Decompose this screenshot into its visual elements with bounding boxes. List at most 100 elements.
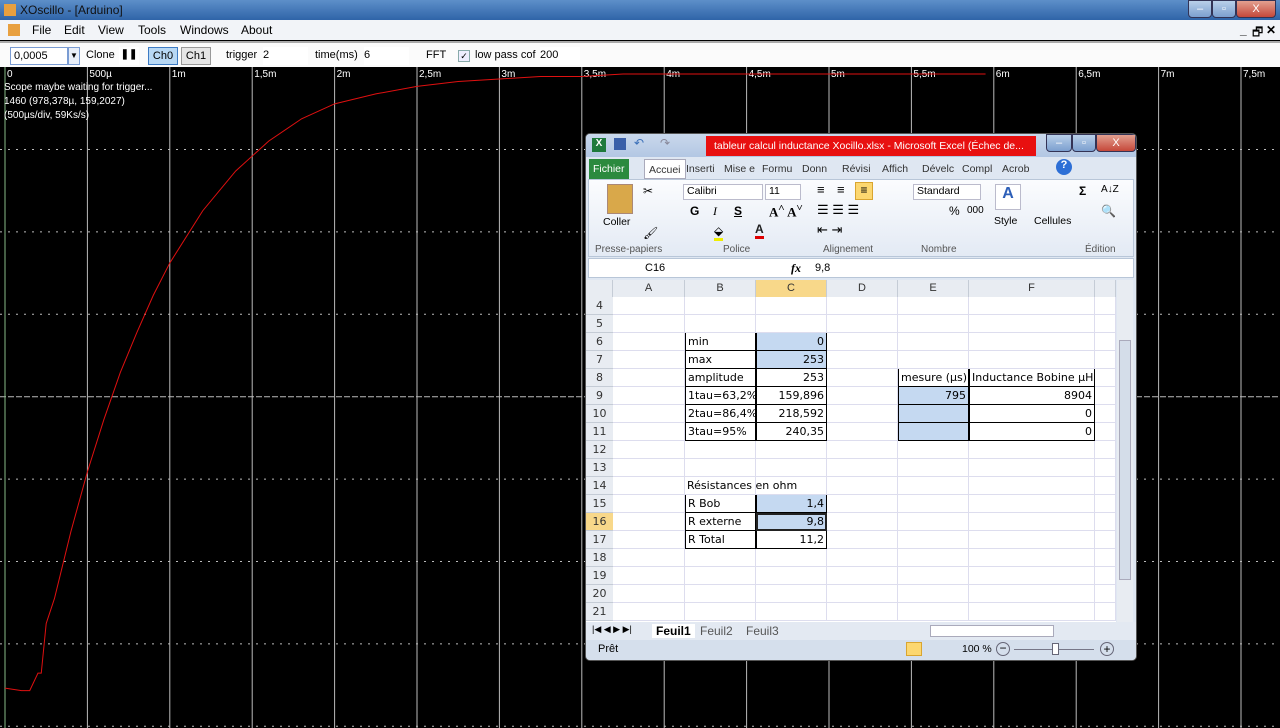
cell-D5[interactable]: [827, 315, 898, 333]
font-name-select[interactable]: Calibri: [683, 184, 763, 200]
cell-F4[interactable]: [969, 297, 1095, 315]
row-header[interactable]: 9: [586, 387, 613, 405]
cell-C16[interactable]: 9,8: [756, 513, 827, 531]
cell-D17[interactable]: [827, 531, 898, 549]
paste-label[interactable]: Coller: [603, 216, 630, 228]
save-icon[interactable]: [614, 138, 626, 150]
row-header[interactable]: 17: [586, 531, 613, 549]
cell-D13[interactable]: [827, 459, 898, 477]
thousands-button[interactable]: 000: [967, 205, 984, 216]
worksheet-grid[interactable]: A B C D E F 4 5 6 min 0 7 max 253 8 amplitude 253 mesure …: [586, 280, 1116, 622]
cell-D14[interactable]: [827, 477, 898, 495]
cell-G19[interactable]: [1095, 567, 1116, 585]
cell-B9[interactable]: 1tau=63,2%: [685, 387, 756, 405]
row-header[interactable]: 10: [586, 405, 613, 423]
cell-E11[interactable]: [898, 423, 969, 441]
excel-maximize-button[interactable]: ▫: [1072, 134, 1096, 152]
font-size-select[interactable]: 11: [765, 184, 801, 200]
cell-B11[interactable]: 3tau=95%: [685, 423, 756, 441]
tab-acrobat[interactable]: Acrob: [998, 159, 1033, 179]
lowpass-checkbox[interactable]: ✓: [458, 50, 470, 62]
cell-A4[interactable]: [613, 297, 685, 315]
row-header[interactable]: 13: [586, 459, 613, 477]
cell-C6[interactable]: 0: [756, 333, 827, 351]
cell-C8[interactable]: 253: [756, 369, 827, 387]
menu-view[interactable]: View: [98, 23, 124, 37]
cell-E12[interactable]: [898, 441, 969, 459]
bold-button[interactable]: G: [690, 204, 699, 218]
cell-C15[interactable]: 1,4: [756, 495, 827, 513]
style-button[interactable]: Style: [994, 215, 1017, 227]
cell-F9[interactable]: 8904: [969, 387, 1095, 405]
normal-view-icon[interactable]: [906, 642, 922, 656]
cell-B12[interactable]: [685, 441, 756, 459]
cell-C13[interactable]: [756, 459, 827, 477]
align-left-icon[interactable]: ☰ ☰ ☰: [817, 202, 859, 218]
cell-G13[interactable]: [1095, 459, 1116, 477]
cell-G9[interactable]: [1095, 387, 1116, 405]
cell-G18[interactable]: [1095, 549, 1116, 567]
cell-E4[interactable]: [898, 297, 969, 315]
percent-button[interactable]: %: [949, 204, 960, 218]
align-bottom-icon[interactable]: ≡: [855, 182, 873, 200]
grow-font-icon[interactable]: A˄ A˅: [769, 202, 803, 220]
column-header-E[interactable]: E: [898, 280, 969, 297]
chevron-down-icon[interactable]: ▼: [68, 47, 80, 65]
tab-fichier[interactable]: Fichier: [589, 159, 629, 179]
clone-button[interactable]: Clone: [86, 47, 115, 65]
cell-E5[interactable]: [898, 315, 969, 333]
ch1-button[interactable]: Ch1: [181, 47, 211, 65]
cell-G6[interactable]: [1095, 333, 1116, 351]
row-header[interactable]: 8: [586, 369, 613, 387]
cell-B7[interactable]: max: [685, 351, 756, 369]
cell-E20[interactable]: [898, 585, 969, 603]
cell-F15[interactable]: [969, 495, 1095, 513]
cell-A21[interactable]: [613, 603, 685, 621]
column-header-C[interactable]: C: [756, 280, 827, 297]
font-color-icon[interactable]: A: [755, 222, 764, 239]
cell-E17[interactable]: [898, 531, 969, 549]
fill-color-icon[interactable]: ⬙: [714, 224, 724, 241]
align-middle-icon[interactable]: ≡: [837, 182, 845, 197]
cell-A10[interactable]: [613, 405, 685, 423]
cell-A5[interactable]: [613, 315, 685, 333]
vertical-scrollbar[interactable]: [1117, 280, 1133, 622]
cell-D21[interactable]: [827, 603, 898, 621]
cell-A13[interactable]: [613, 459, 685, 477]
excel-close-button[interactable]: X: [1096, 134, 1136, 152]
column-header-D[interactable]: D: [827, 280, 898, 297]
maximize-button[interactable]: ▫: [1212, 0, 1236, 18]
cell-E9[interactable]: 795: [898, 387, 969, 405]
cell-B10[interactable]: 2tau=86,4%: [685, 405, 756, 423]
menu-about[interactable]: About: [241, 23, 272, 37]
tab-revision[interactable]: Révisi: [838, 159, 875, 179]
cell-E6[interactable]: [898, 333, 969, 351]
scrollbar-thumb[interactable]: [1119, 340, 1131, 580]
cell-D9[interactable]: [827, 387, 898, 405]
cell-G4[interactable]: [1095, 297, 1116, 315]
sort-icon[interactable]: A↓Z: [1101, 184, 1119, 195]
cell-F6[interactable]: [969, 333, 1095, 351]
menu-edit[interactable]: Edit: [64, 23, 85, 37]
autosum-icon[interactable]: Σ: [1079, 184, 1086, 198]
row-header[interactable]: 14: [586, 477, 613, 495]
cell-E13[interactable]: [898, 459, 969, 477]
cell-A7[interactable]: [613, 351, 685, 369]
tab-insertion[interactable]: Inserti: [682, 159, 719, 179]
cell-A16[interactable]: [613, 513, 685, 531]
row-header[interactable]: 4: [586, 297, 613, 315]
cell-A15[interactable]: [613, 495, 685, 513]
cell-B19[interactable]: [685, 567, 756, 585]
cell-D15[interactable]: [827, 495, 898, 513]
indent-icon[interactable]: ⇤ ⇥: [817, 222, 842, 238]
cell-G17[interactable]: [1095, 531, 1116, 549]
cell-A14[interactable]: [613, 477, 685, 495]
cell-C21[interactable]: [756, 603, 827, 621]
row-header[interactable]: 11: [586, 423, 613, 441]
cell-E19[interactable]: [898, 567, 969, 585]
row-header[interactable]: 6: [586, 333, 613, 351]
cells-button[interactable]: Cellules: [1034, 215, 1071, 227]
select-all-corner[interactable]: [586, 280, 613, 297]
cell-D12[interactable]: [827, 441, 898, 459]
row-header[interactable]: 21: [586, 603, 613, 621]
